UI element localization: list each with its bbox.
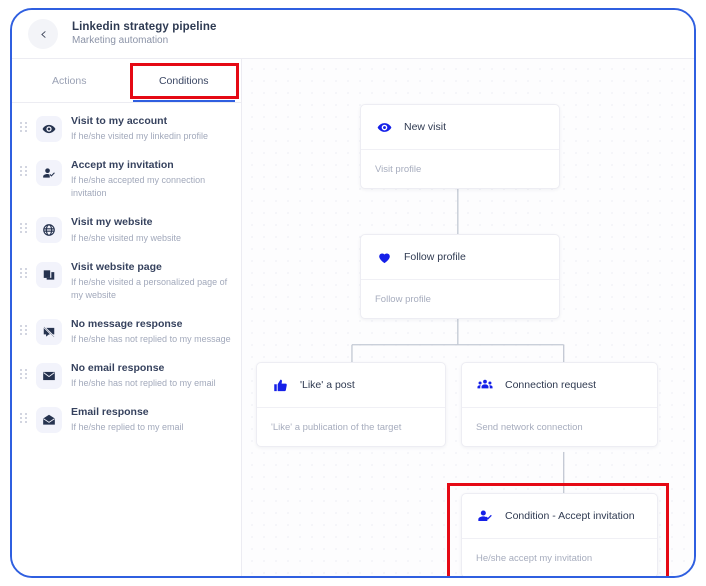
thumbs-up-icon (271, 378, 289, 393)
drag-handle-icon[interactable] (20, 413, 30, 424)
condition-item-text: Accept my invitation If he/she accepted … (71, 159, 231, 200)
flow-node-header: Connection request (462, 363, 657, 408)
condition-item-text: No message response If he/she has not re… (71, 318, 231, 346)
no-message-icon (36, 318, 62, 345)
flow-node-title: New visit (404, 121, 447, 133)
flow-node-desc: 'Like' a publication of the target (271, 421, 402, 433)
flow-node-body: Visit profile (361, 150, 559, 188)
tab-conditions[interactable]: Conditions (127, 59, 242, 102)
condition-item-desc: If he/she visited a personalized page of… (71, 276, 228, 300)
flow-node-follow-profile[interactable]: Follow profile Follow profile (360, 234, 560, 319)
flow-node-title: 'Like' a post (300, 379, 355, 391)
user-check-icon (36, 160, 62, 187)
flow-node-desc: Visit profile (375, 163, 422, 175)
condition-item-title: Visit my website (71, 216, 153, 229)
condition-item-email-response[interactable]: Email response If he/she replied to my e… (12, 398, 241, 442)
flow-node-header: 'Like' a post (257, 363, 445, 408)
condition-item-text: Email response If he/she replied to my e… (71, 406, 231, 434)
flow-node-body: He/she accept my invitation (462, 539, 657, 576)
flow-node-desc: He/she accept my invitation (476, 552, 593, 564)
condition-item-desc: If he/she accepted my connection invitat… (71, 175, 206, 199)
flow-node-body: 'Like' a publication of the target (257, 408, 445, 446)
condition-item-text: Visit to my account If he/she visited my… (71, 115, 231, 143)
header: Linkedin strategy pipeline Marketing aut… (12, 10, 694, 58)
condition-item-desc: If he/she replied to my email (71, 422, 184, 433)
flow-node-condition-accept-invitation[interactable]: Condition - Accept invitation He/she acc… (461, 493, 658, 576)
condition-item-no-message-response[interactable]: No message response If he/she has not re… (12, 310, 241, 354)
condition-item-title: No message response (71, 317, 183, 330)
condition-item-desc: If he/she visited my website (71, 232, 182, 243)
condition-item-title: Visit website page (71, 260, 162, 273)
user-check-icon (476, 508, 494, 524)
flow-node-header: Condition - Accept invitation (462, 494, 657, 539)
flow-node-desc: Send network connection (476, 421, 583, 433)
condition-item-desc: If he/she has not replied to my email (71, 378, 216, 389)
drag-handle-icon[interactable] (20, 324, 30, 335)
flow-node-body: Follow profile (361, 280, 559, 318)
globe-icon (36, 217, 62, 244)
tab-actions[interactable]: Actions (12, 59, 127, 102)
flow-node-like-a-post[interactable]: 'Like' a post 'Like' a publication of th… (256, 362, 446, 447)
flow-node-body: Send network connection (462, 408, 657, 446)
envelope-open-icon (36, 407, 62, 434)
pages-icon (36, 261, 62, 288)
sidebar-tabs: Actions Conditions (12, 59, 241, 103)
flow-node-title: Connection request (505, 379, 597, 391)
body-area: Actions Conditions Visit to my account I… (12, 58, 694, 576)
flow-node-connection-request[interactable]: Connection request Send network connecti… (461, 362, 658, 447)
people-group-icon (476, 377, 494, 393)
page-subtitle: Marketing automation (72, 35, 169, 47)
drag-handle-icon[interactable] (20, 122, 30, 132)
drag-handle-icon[interactable] (20, 267, 30, 278)
condition-item-title: No email response (71, 361, 165, 374)
eye-icon (36, 116, 62, 142)
condition-item-title: Accept my invitation (71, 159, 174, 172)
drag-handle-icon[interactable] (20, 223, 30, 234)
flow-node-desc: Follow profile (375, 293, 431, 305)
condition-item-visit-website-page[interactable]: Visit website page If he/she visited a p… (12, 253, 241, 310)
condition-item-visit-my-website[interactable]: Visit my website If he/she visited my we… (12, 208, 241, 252)
condition-item-accept-my-invitation[interactable]: Accept my invitation If he/she accepted … (12, 151, 241, 208)
condition-item-text: Visit my website If he/she visited my we… (71, 216, 231, 244)
condition-list: Visit to my account If he/she visited my… (12, 103, 241, 576)
flow-node-header: New visit (361, 105, 559, 150)
condition-item-desc: If he/she has not replied to my message (71, 333, 231, 344)
flow-node-header: Follow profile (361, 235, 559, 280)
condition-item-no-email-response[interactable]: No email response If he/she has not repl… (12, 354, 241, 398)
condition-item-title: Email response (71, 406, 149, 419)
page-title: Linkedin strategy pipeline (72, 21, 217, 34)
flow-node-title: Condition - Accept invitation (505, 510, 635, 522)
header-titles: Linkedin strategy pipeline Marketing aut… (72, 20, 216, 48)
heart-icon (375, 250, 393, 265)
chevron-left-icon (38, 29, 49, 40)
flow-node-title: Follow profile (404, 251, 466, 263)
flow-node-new-visit[interactable]: New visit Visit profile (360, 104, 560, 189)
envelope-icon (36, 362, 62, 389)
condition-item-desc: If he/she visited my linkedin profile (71, 131, 209, 142)
condition-item-text: No email response If he/she has not repl… (71, 362, 231, 390)
drag-handle-icon[interactable] (20, 166, 30, 177)
eye-icon (375, 120, 393, 135)
flow-canvas[interactable]: New visit Visit profile Follow profile F… (242, 59, 694, 576)
condition-item-visit-to-my-account[interactable]: Visit to my account If he/she visited my… (12, 107, 241, 151)
condition-item-text: Visit website page If he/she visited a p… (71, 261, 231, 302)
back-button[interactable] (28, 19, 58, 49)
condition-item-title: Visit to my account (71, 115, 168, 127)
app-window: Linkedin strategy pipeline Marketing aut… (10, 8, 696, 578)
drag-handle-icon[interactable] (20, 368, 30, 379)
sidebar: Actions Conditions Visit to my account I… (12, 59, 242, 576)
